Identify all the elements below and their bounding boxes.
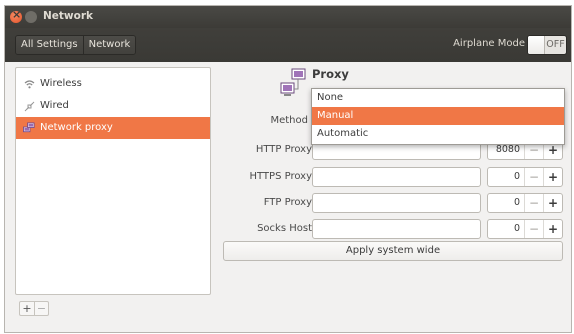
breadcrumb-network[interactable]: Network (82, 36, 136, 54)
method-label: Method (270, 115, 308, 126)
socks-host-input[interactable] (312, 219, 481, 239)
list-edit-buttons: + − (19, 301, 49, 316)
sidebar-item-label: Network proxy (40, 122, 113, 133)
switch-state-label: OFF (546, 39, 565, 50)
sidebar-item-network-proxy[interactable]: Network proxy (16, 117, 210, 139)
https-port-decrement-button[interactable]: − (524, 168, 543, 186)
proxy-large-icon (278, 67, 308, 99)
https-port-value[interactable]: 0 (488, 168, 524, 186)
close-window-icon[interactable] (10, 8, 22, 23)
network-window: Network All Settings Network Airplane Mo… (4, 5, 572, 333)
https-proxy-label: HTTPS Proxy (249, 171, 312, 182)
breadcrumb-all-settings[interactable]: All Settings (16, 36, 83, 54)
method-option-none[interactable]: None (312, 89, 564, 107)
http-proxy-label: HTTP Proxy (255, 144, 312, 155)
wired-icon (23, 95, 35, 117)
sidebar-item-label: Wireless (40, 78, 82, 89)
socks-port-increment-button[interactable]: + (543, 220, 562, 238)
breadcrumb: All Settings Network (15, 35, 137, 55)
airplane-mode-switch[interactable]: OFF (527, 35, 567, 55)
ftp-proxy-input[interactable] (312, 193, 481, 213)
switch-knob[interactable] (528, 36, 545, 54)
toolbar: All Settings Network Airplane Mode OFF (5, 28, 571, 62)
https-proxy-input[interactable] (312, 167, 481, 187)
ftp-port-increment-button[interactable]: + (543, 194, 562, 212)
connection-list: Wireless Wired Network proxy (15, 67, 211, 295)
titlebar: Network (5, 6, 571, 28)
remove-connection-button[interactable]: − (34, 302, 48, 315)
socks-port-value[interactable]: 0 (488, 220, 524, 238)
socks-port-decrement-button[interactable]: − (524, 220, 543, 238)
sidebar-item-label: Wired (40, 100, 69, 111)
ftp-port-stepper[interactable]: 0 − + (487, 193, 563, 213)
ftp-proxy-label: FTP Proxy (263, 197, 312, 208)
wifi-icon (23, 73, 35, 95)
proxy-icon (23, 117, 35, 139)
window-title: Network (43, 10, 94, 22)
sidebar-item-wireless[interactable]: Wireless (16, 73, 210, 95)
sidebar-item-wired[interactable]: Wired (16, 95, 210, 117)
method-option-automatic[interactable]: Automatic (312, 125, 564, 143)
socks-host-label: Socks Host (257, 223, 312, 234)
method-option-manual[interactable]: Manual (312, 107, 564, 125)
https-port-stepper[interactable]: 0 − + (487, 167, 563, 187)
ftp-port-value[interactable]: 0 (488, 194, 524, 212)
ftp-port-decrement-button[interactable]: − (524, 194, 543, 212)
airplane-mode-label: Airplane Mode (453, 38, 525, 49)
proxy-title: Proxy (312, 67, 349, 81)
https-port-increment-button[interactable]: + (543, 168, 562, 186)
socks-port-stepper[interactable]: 0 − + (487, 219, 563, 239)
minimize-window-icon[interactable] (25, 11, 37, 23)
method-dropdown-menu: None Manual Automatic (311, 88, 565, 145)
apply-system-wide-button[interactable]: Apply system wide (223, 241, 563, 261)
add-connection-button[interactable]: + (20, 302, 34, 315)
